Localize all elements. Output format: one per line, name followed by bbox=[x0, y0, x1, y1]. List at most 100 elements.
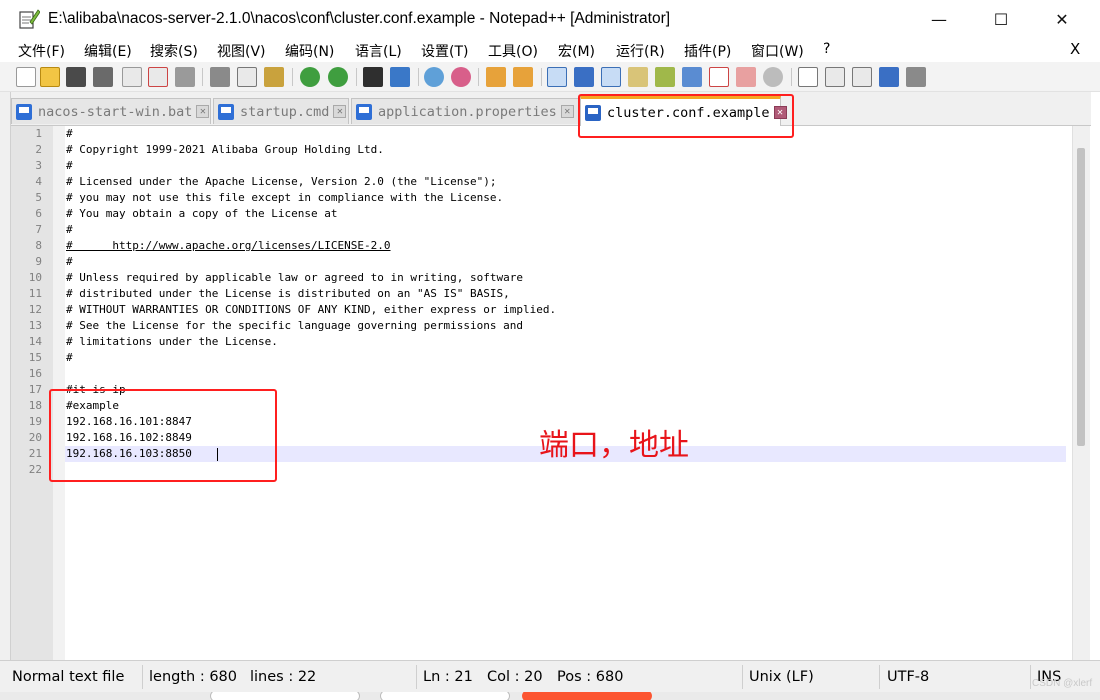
cut-icon[interactable] bbox=[210, 67, 230, 87]
tab-application-properties[interactable]: application.properties ✕ bbox=[351, 98, 581, 124]
save-icon[interactable] bbox=[66, 67, 86, 87]
stop-recording-icon[interactable] bbox=[825, 67, 845, 87]
code-line: # WITHOUT WARRANTIES OR CONDITIONS OF AN… bbox=[66, 303, 557, 316]
monitoring-icon[interactable] bbox=[736, 67, 756, 87]
status-encoding[interactable]: UTF-8 bbox=[887, 669, 929, 685]
background-button bbox=[380, 692, 510, 700]
paste-icon[interactable] bbox=[264, 67, 284, 87]
code-line: # bbox=[66, 255, 73, 268]
line-number: 1 bbox=[35, 127, 42, 140]
status-column: Col : 20 bbox=[487, 669, 543, 685]
show-all-characters-icon[interactable] bbox=[574, 67, 594, 87]
tab-label: application.properties bbox=[378, 103, 557, 120]
undo-icon[interactable] bbox=[300, 67, 320, 87]
code-line: # bbox=[66, 223, 73, 236]
line-number: 4 bbox=[35, 175, 42, 188]
toolbar-separator bbox=[292, 68, 293, 86]
window-title: E:\alibaba\nacos-server-2.1.0\nacos\conf… bbox=[48, 10, 671, 27]
menu-run[interactable]: 运行(R) bbox=[616, 41, 665, 61]
line-number: 5 bbox=[35, 191, 42, 204]
tab-close-icon[interactable]: ✕ bbox=[560, 105, 574, 118]
menu-help[interactable]: ? bbox=[823, 41, 830, 57]
zoom-out-icon[interactable] bbox=[451, 67, 471, 87]
user-defined-language-icon[interactable] bbox=[628, 67, 648, 87]
menu-plugins[interactable]: 插件(P) bbox=[684, 41, 731, 61]
code-line: # bbox=[66, 127, 73, 140]
folder-as-workspace-icon[interactable] bbox=[709, 67, 729, 87]
line-number: 18 bbox=[28, 399, 42, 412]
line-number: 14 bbox=[28, 335, 42, 348]
redo-icon[interactable] bbox=[328, 67, 348, 87]
line-number: 2 bbox=[35, 143, 42, 156]
toolbar-separator bbox=[202, 68, 203, 86]
print-icon[interactable] bbox=[175, 67, 195, 87]
replace-icon[interactable] bbox=[390, 67, 410, 87]
maximize-button[interactable]: ☐ bbox=[978, 0, 1024, 38]
menu-file[interactable]: 文件(F) bbox=[18, 41, 65, 61]
vertical-scrollbar[interactable] bbox=[1072, 126, 1090, 660]
code-line: # you may not use this file except in co… bbox=[66, 191, 504, 204]
close-icon[interactable] bbox=[122, 67, 142, 87]
minimize-button[interactable]: — bbox=[916, 0, 962, 38]
status-eol[interactable]: Unix (LF) bbox=[749, 669, 814, 685]
save-state-icon bbox=[218, 103, 234, 120]
code-line: # bbox=[66, 351, 73, 364]
save-all-icon[interactable] bbox=[93, 67, 113, 87]
code-line: # Copyright 1999-2021 Alibaba Group Hold… bbox=[66, 143, 384, 156]
line-number: 21 bbox=[28, 447, 42, 460]
code-line: # You may obtain a copy of the License a… bbox=[66, 207, 338, 220]
open-file-icon[interactable] bbox=[40, 67, 60, 87]
csdn-watermark: CSDN @xlerf bbox=[1032, 678, 1093, 689]
zoom-in-icon[interactable] bbox=[424, 67, 444, 87]
menu-window[interactable]: 窗口(W) bbox=[751, 41, 804, 61]
close-all-icon[interactable] bbox=[148, 67, 168, 87]
code-line: # See the License for the specific langu… bbox=[66, 319, 523, 332]
menu-language[interactable]: 语言(L) bbox=[355, 41, 402, 61]
menu-view[interactable]: 视图(V) bbox=[217, 41, 266, 61]
code-line: # distributed under the License is distr… bbox=[66, 287, 510, 300]
close-window-button[interactable]: ✕ bbox=[1039, 0, 1085, 38]
scrollbar-thumb[interactable] bbox=[1077, 148, 1085, 446]
menu-settings[interactable]: 设置(T) bbox=[421, 41, 468, 61]
status-separator bbox=[416, 665, 417, 689]
tab-startup-cmd[interactable]: startup.cmd ✕ bbox=[213, 98, 349, 124]
menu-edit[interactable]: 编辑(E) bbox=[84, 41, 132, 61]
sync-vertical-icon[interactable] bbox=[486, 67, 506, 87]
menu-macro[interactable]: 宏(M) bbox=[558, 41, 595, 61]
copy-icon[interactable] bbox=[237, 67, 257, 87]
save-state-icon bbox=[356, 103, 372, 120]
menu-search[interactable]: 搜索(S) bbox=[150, 41, 198, 61]
menu-tools[interactable]: 工具(O) bbox=[488, 41, 538, 61]
toolbar-separator bbox=[791, 68, 792, 86]
run-macro-multiple-icon[interactable] bbox=[879, 67, 899, 87]
save-macro-icon[interactable] bbox=[906, 67, 926, 87]
tab-close-icon[interactable]: ✕ bbox=[333, 105, 347, 118]
eye-icon[interactable] bbox=[763, 67, 783, 87]
tab-nacos-start-win-bat[interactable]: nacos-start-win.bat ✕ bbox=[11, 98, 211, 124]
close-document-button[interactable]: X bbox=[1070, 40, 1080, 58]
save-state-icon bbox=[16, 103, 32, 120]
line-number: 6 bbox=[35, 207, 42, 220]
menu-encoding[interactable]: 编码(N) bbox=[285, 41, 334, 61]
line-number: 22 bbox=[28, 463, 42, 476]
playback-macro-icon[interactable] bbox=[852, 67, 872, 87]
function-list-icon[interactable] bbox=[682, 67, 702, 87]
notepad-plus-plus-app-icon[interactable] bbox=[18, 8, 41, 30]
sync-horizontal-icon[interactable] bbox=[513, 67, 533, 87]
line-number: 9 bbox=[35, 255, 42, 268]
line-number: 19 bbox=[28, 415, 42, 428]
tab-label: nacos-start-win.bat bbox=[38, 103, 193, 120]
tab-bar: nacos-start-win.bat ✕ startup.cmd ✕ appl… bbox=[11, 92, 1091, 126]
menu-bar: 文件(F) 编辑(E) 搜索(S) 视图(V) 编码(N) 语言(L) 设置(T… bbox=[0, 38, 1100, 62]
word-wrap-icon[interactable] bbox=[547, 67, 567, 87]
title-bar: E:\alibaba\nacos-server-2.1.0\nacos\conf… bbox=[0, 0, 1100, 38]
line-number: 10 bbox=[28, 271, 42, 284]
background-page-edge bbox=[0, 692, 1100, 700]
license-url-link[interactable]: # http://www.apache.org/licenses/LICENSE… bbox=[66, 239, 391, 252]
record-macro-icon[interactable] bbox=[798, 67, 818, 87]
find-icon[interactable] bbox=[363, 67, 383, 87]
new-file-icon[interactable] bbox=[16, 67, 36, 87]
document-map-icon[interactable] bbox=[655, 67, 675, 87]
indent-guide-icon[interactable] bbox=[601, 67, 621, 87]
tab-close-icon[interactable]: ✕ bbox=[196, 105, 210, 118]
